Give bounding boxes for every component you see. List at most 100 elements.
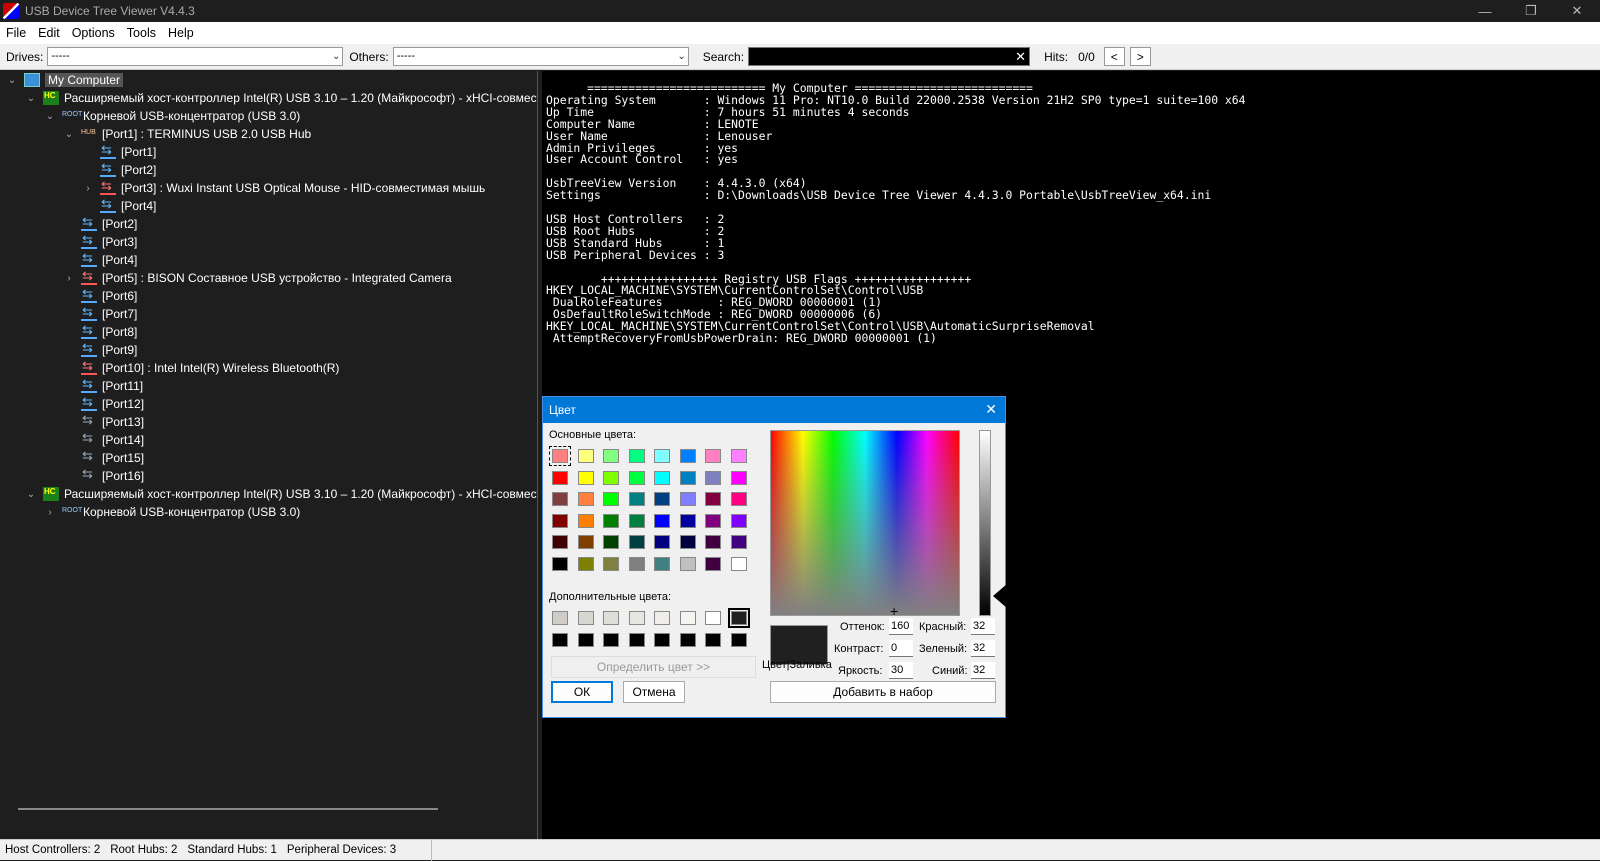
custom-color-swatch[interactable] xyxy=(730,632,747,647)
chevron-down-icon[interactable]: ⌄ xyxy=(25,93,37,104)
next-hit-button[interactable]: > xyxy=(1129,47,1151,66)
custom-color-swatch[interactable] xyxy=(705,611,721,625)
menu-edit[interactable]: Edit xyxy=(32,26,66,40)
basic-color-swatch[interactable] xyxy=(705,492,721,506)
chevron-down-icon[interactable]: ⌄ xyxy=(44,111,56,122)
tree-item[interactable]: › Корневой USB-концентратор (USB 3.0) xyxy=(44,503,300,521)
tree-item[interactable]: [Port8] xyxy=(63,322,137,341)
minimize-button[interactable]: — xyxy=(1462,0,1508,22)
red-field[interactable]: 32 xyxy=(971,618,995,635)
basic-color-swatch[interactable] xyxy=(730,513,747,528)
tree-item[interactable]: › [Port3] : Wuxi Instant USB Optical Mous… xyxy=(82,178,485,197)
luminance-field[interactable]: 30 xyxy=(889,662,913,679)
basic-color-swatch[interactable] xyxy=(603,556,619,571)
menu-options[interactable]: Options xyxy=(66,26,121,40)
luminance-arrow-icon[interactable] xyxy=(993,584,1007,608)
chevron-down-icon[interactable]: ⌄ xyxy=(63,129,75,140)
basic-color-swatch[interactable] xyxy=(679,470,696,485)
basic-color-swatch[interactable] xyxy=(730,492,747,506)
tree-item[interactable]: ⌄ Расширяемый хост-контроллер Intel(R) US… xyxy=(25,89,537,107)
basic-color-swatch[interactable] xyxy=(679,449,696,463)
basic-color-swatch[interactable] xyxy=(654,535,670,549)
basic-color-swatch[interactable] xyxy=(730,470,747,485)
basic-color-swatch[interactable] xyxy=(577,513,594,528)
tree-item[interactable]: ⌄ Расширяемый хост-контроллер Intel(R) US… xyxy=(25,485,537,503)
basic-color-swatch[interactable] xyxy=(679,556,696,571)
basic-color-swatch[interactable] xyxy=(679,535,696,549)
tree-item[interactable]: [Port3] xyxy=(63,232,137,251)
menu-help[interactable]: Help xyxy=(162,26,200,40)
basic-color-swatch[interactable] xyxy=(705,513,721,528)
tree-item[interactable]: › [Port5] : BISON Составное USB устройств… xyxy=(63,268,452,287)
custom-color-swatch[interactable] xyxy=(577,632,594,647)
tree-item[interactable]: [Port16] xyxy=(63,466,144,485)
custom-color-swatch[interactable] xyxy=(705,632,721,647)
green-field[interactable]: 32 xyxy=(971,640,995,657)
others-select[interactable]: ----- ⌄ xyxy=(392,47,689,66)
chevron-right-icon[interactable]: › xyxy=(82,183,94,194)
basic-color-swatch[interactable] xyxy=(628,470,645,485)
basic-color-swatch[interactable] xyxy=(577,492,594,506)
custom-color-swatch[interactable] xyxy=(552,611,568,625)
basic-color-swatch[interactable] xyxy=(705,449,721,463)
tree-item[interactable]: [Port2] xyxy=(63,214,137,233)
chevron-right-icon[interactable]: › xyxy=(44,507,56,518)
menu-tools[interactable]: Tools xyxy=(121,26,162,40)
basic-color-swatch[interactable] xyxy=(552,470,568,485)
tree-item[interactable]: ⌄ My Computer xyxy=(6,71,124,89)
close-icon[interactable]: ✕ xyxy=(985,401,997,418)
basic-color-swatch[interactable] xyxy=(552,556,568,571)
horizontal-scrollbar[interactable] xyxy=(18,808,438,810)
tree-item[interactable]: [Port9] xyxy=(63,340,137,359)
basic-color-swatch[interactable] xyxy=(730,535,747,549)
basic-color-swatch[interactable] xyxy=(705,470,721,485)
basic-color-swatch[interactable] xyxy=(552,513,568,528)
basic-color-swatch[interactable] xyxy=(679,492,696,506)
basic-color-swatch[interactable] xyxy=(603,492,619,506)
custom-color-swatch[interactable] xyxy=(603,611,619,625)
custom-color-swatch[interactable] xyxy=(654,611,670,625)
custom-color-swatch[interactable] xyxy=(628,632,645,647)
tree-item[interactable]: [Port2] xyxy=(82,160,156,179)
basic-color-swatch[interactable] xyxy=(705,535,721,549)
luminance-slider[interactable] xyxy=(979,430,991,616)
basic-color-swatch[interactable] xyxy=(654,492,670,506)
basic-color-swatch[interactable] xyxy=(654,513,670,528)
saturation-field[interactable]: 0 xyxy=(889,640,913,657)
basic-color-swatch[interactable] xyxy=(679,513,696,528)
basic-color-swatch[interactable] xyxy=(603,470,619,485)
tree-item[interactable]: [Port10] : Intel Intel(R) Wireless Bluet… xyxy=(63,358,339,377)
basic-color-swatch[interactable] xyxy=(603,449,619,463)
tree-item[interactable]: [Port4] xyxy=(82,196,156,215)
search-input[interactable]: ✕ xyxy=(748,47,1031,66)
basic-color-swatch[interactable] xyxy=(628,449,645,463)
basic-color-swatch[interactable] xyxy=(705,556,721,571)
custom-color-swatch[interactable] xyxy=(679,632,696,647)
close-button[interactable]: ✕ xyxy=(1554,0,1600,22)
basic-color-swatch[interactable] xyxy=(552,492,568,506)
custom-color-swatch[interactable] xyxy=(603,632,619,647)
custom-color-swatch[interactable] xyxy=(577,611,594,625)
tree-item[interactable]: [Port1] xyxy=(82,142,156,161)
tree-item[interactable]: [Port4] xyxy=(63,250,137,269)
basic-color-swatch[interactable] xyxy=(654,449,670,463)
tree-item[interactable]: [Port13] xyxy=(63,412,144,431)
maximize-button[interactable]: ❐ xyxy=(1508,0,1554,22)
basic-color-swatch[interactable] xyxy=(628,556,645,571)
basic-color-swatch[interactable] xyxy=(654,470,670,485)
basic-color-swatch[interactable] xyxy=(730,556,747,571)
define-color-button[interactable]: Определить цвет >> xyxy=(551,656,756,678)
custom-color-swatch[interactable] xyxy=(654,632,670,647)
chevron-down-icon[interactable]: ⌄ xyxy=(25,489,37,500)
chevron-right-icon[interactable]: › xyxy=(63,273,75,284)
prev-hit-button[interactable]: < xyxy=(1103,47,1125,66)
tree-item[interactable]: ⌄ [Port1] : TERMINUS USB 2.0 USB Hub xyxy=(63,125,311,143)
menu-file[interactable]: File xyxy=(0,26,32,40)
basic-color-swatch[interactable] xyxy=(628,535,645,549)
basic-color-swatch[interactable] xyxy=(577,470,594,485)
tree-item[interactable]: [Port15] xyxy=(63,448,144,467)
basic-color-swatch[interactable] xyxy=(577,449,594,463)
cancel-button[interactable]: Отмена xyxy=(623,681,685,703)
basic-color-swatch[interactable] xyxy=(603,535,619,549)
custom-color-swatch[interactable] xyxy=(552,632,568,647)
